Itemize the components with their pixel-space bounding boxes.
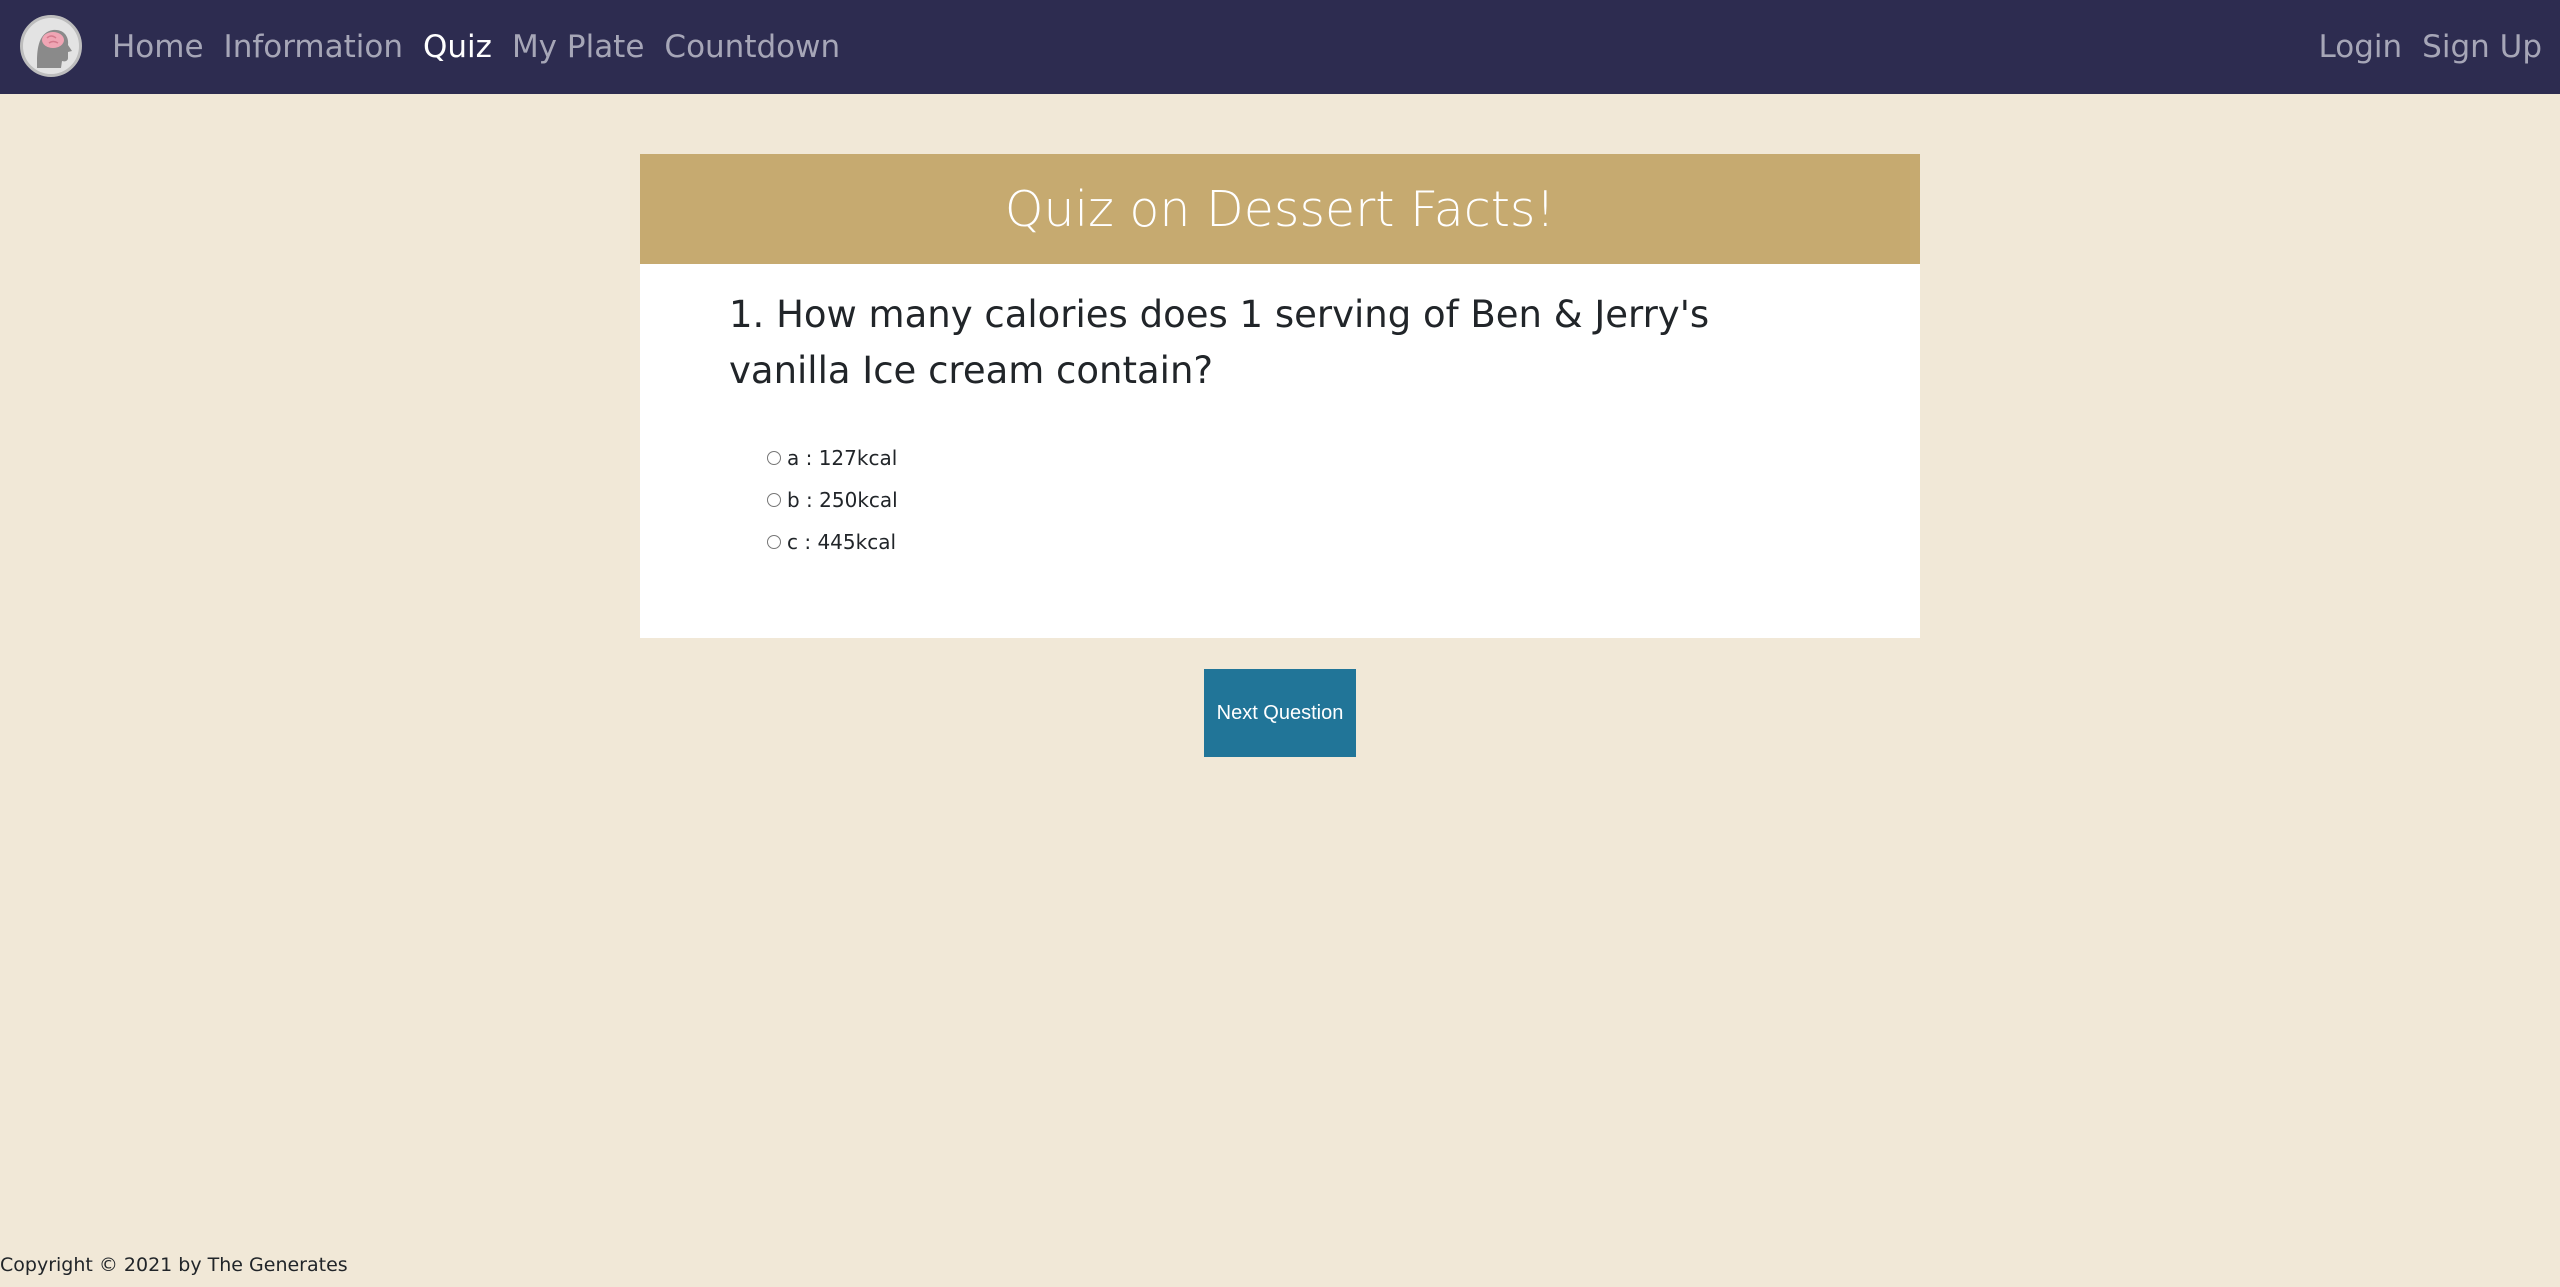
next-question-button[interactable]: Next Question — [1204, 669, 1356, 757]
footer-copyright: Copyright © 2021 by The Generates — [0, 1254, 348, 1276]
answer-options: a : 127kcal b : 250kcal c : 445kcal — [767, 437, 898, 563]
top-navbar: Home Information Quiz My Plate Countdown… — [0, 0, 2560, 94]
nav-link-my-plate[interactable]: My Plate — [512, 29, 644, 65]
nav-link-quiz[interactable]: Quiz — [423, 29, 492, 65]
quiz-card: Quiz on Dessert Facts! 1. How many calor… — [640, 154, 1920, 638]
nav-link-information[interactable]: Information — [224, 29, 403, 65]
radio-button-a[interactable] — [767, 451, 781, 465]
nav-link-countdown[interactable]: Countdown — [664, 29, 840, 65]
option-a-label: a : 127kcal — [787, 446, 898, 470]
option-b-label: b : 250kcal — [787, 488, 898, 512]
radio-button-b[interactable] — [767, 493, 781, 507]
quiz-title: Quiz on Dessert Facts! — [640, 154, 1920, 264]
option-b[interactable]: b : 250kcal — [767, 479, 898, 521]
brain-head-icon[interactable] — [20, 15, 82, 77]
nav-left-links: Home Information Quiz My Plate Countdown — [112, 0, 860, 94]
nav-link-home[interactable]: Home — [112, 29, 204, 65]
option-a[interactable]: a : 127kcal — [767, 437, 898, 479]
nav-right-links: Login Sign Up — [2299, 0, 2542, 94]
option-c-label: c : 445kcal — [787, 530, 897, 554]
radio-button-c[interactable] — [767, 535, 781, 549]
option-c[interactable]: c : 445kcal — [767, 521, 898, 563]
quiz-question: 1. How many calories does 1 serving of B… — [729, 293, 1710, 392]
sign-up-link[interactable]: Sign Up — [2422, 29, 2542, 65]
login-link[interactable]: Login — [2319, 29, 2403, 65]
